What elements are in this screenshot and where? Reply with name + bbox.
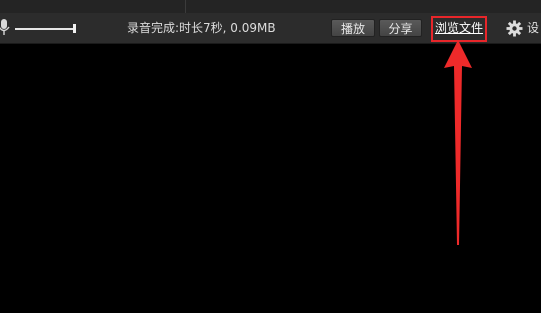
volume-slider-handle[interactable]: [73, 24, 76, 33]
settings-label[interactable]: 设: [527, 20, 539, 36]
browse-files-link[interactable]: 浏览文件: [435, 20, 483, 36]
red-arrow-annotation: [444, 40, 472, 245]
volume-slider-track[interactable]: [15, 28, 76, 30]
recording-status: 录音完成:时长7秒, 0.09MB: [127, 21, 276, 35]
strip-divider: [185, 0, 186, 13]
play-button[interactable]: 播放: [331, 19, 375, 37]
gear-icon[interactable]: [506, 20, 523, 37]
top-strip: [0, 0, 541, 13]
share-button[interactable]: 分享: [379, 19, 422, 37]
microphone-icon[interactable]: [0, 19, 10, 37]
